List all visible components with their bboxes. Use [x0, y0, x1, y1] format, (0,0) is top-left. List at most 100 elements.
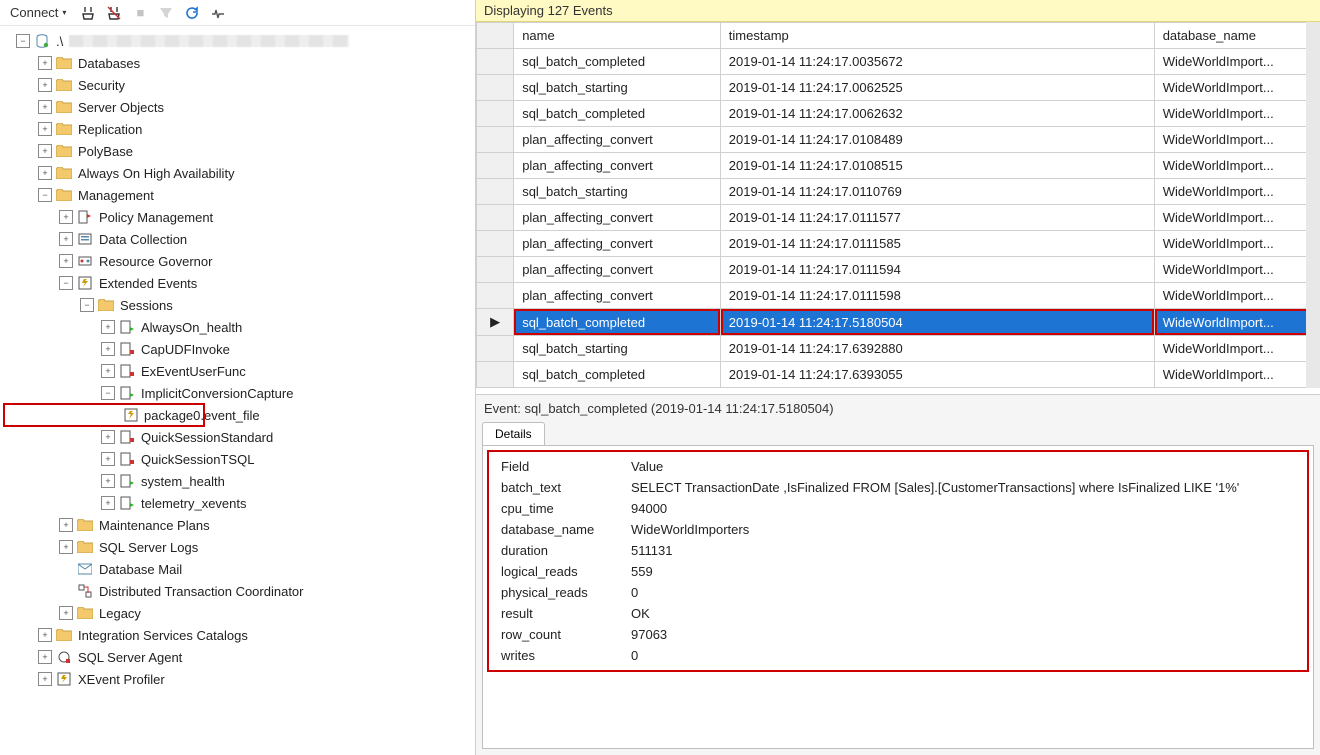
- expand-icon[interactable]: +: [59, 606, 73, 620]
- tree-node-implicitconversioncapture[interactable]: −ImplicitConversionCapture: [2, 382, 475, 404]
- expand-icon[interactable]: +: [101, 320, 115, 334]
- tab-details[interactable]: Details: [482, 422, 545, 445]
- column-header-name[interactable]: name: [514, 23, 721, 49]
- expand-icon[interactable]: +: [101, 430, 115, 444]
- table-row[interactable]: sql_batch_starting2019-01-14 11:24:17.01…: [477, 179, 1320, 205]
- details-row[interactable]: resultOK: [495, 603, 1301, 624]
- cell-name: sql_batch_completed: [514, 49, 721, 75]
- table-row[interactable]: sql_batch_completed2019-01-14 11:24:17.6…: [477, 362, 1320, 388]
- details-field-name: physical_reads: [495, 582, 625, 603]
- table-row[interactable]: plan_affecting_convert2019-01-14 11:24:1…: [477, 231, 1320, 257]
- tree-node-system-health[interactable]: +system_health: [2, 470, 475, 492]
- expand-icon[interactable]: +: [38, 144, 52, 158]
- expand-icon[interactable]: +: [38, 166, 52, 180]
- expand-icon[interactable]: +: [59, 518, 73, 532]
- collapse-icon[interactable]: −: [59, 276, 73, 290]
- tree-node-capudfinvoke[interactable]: +CapUDFInvoke: [2, 338, 475, 360]
- tree-node-quicksessionstandard[interactable]: +QuickSessionStandard: [2, 426, 475, 448]
- expand-icon[interactable]: +: [38, 78, 52, 92]
- table-row[interactable]: sql_batch_starting2019-01-14 11:24:17.63…: [477, 336, 1320, 362]
- tree-node-xevent-profiler[interactable]: +XEvent Profiler: [2, 668, 475, 690]
- tree-node-alwayson-health[interactable]: +AlwaysOn_health: [2, 316, 475, 338]
- expand-icon[interactable]: +: [101, 452, 115, 466]
- tree-node-sql-server-agent[interactable]: +SQL Server Agent: [2, 646, 475, 668]
- vertical-scrollbar[interactable]: [1306, 22, 1320, 388]
- details-table[interactable]: Field Value batch_textSELECT Transaction…: [495, 456, 1301, 666]
- tree-node-policy-management[interactable]: +Policy Management: [2, 206, 475, 228]
- tree-node-security[interactable]: +Security: [2, 74, 475, 96]
- cell-name: sql_batch_starting: [514, 336, 721, 362]
- expand-icon[interactable]: +: [38, 672, 52, 686]
- table-row[interactable]: sql_batch_starting2019-01-14 11:24:17.00…: [477, 75, 1320, 101]
- collapse-icon[interactable]: −: [80, 298, 94, 312]
- details-row[interactable]: cpu_time94000: [495, 498, 1301, 519]
- activity-icon[interactable]: [210, 5, 226, 21]
- details-row[interactable]: row_count97063: [495, 624, 1301, 645]
- expand-icon[interactable]: +: [38, 628, 52, 642]
- table-row[interactable]: sql_batch_completed2019-01-14 11:24:17.0…: [477, 49, 1320, 75]
- table-row[interactable]: sql_batch_completed2019-01-14 11:24:17.0…: [477, 101, 1320, 127]
- connect-icon[interactable]: [80, 5, 96, 21]
- tree-node-replication[interactable]: +Replication: [2, 118, 475, 140]
- tree-label: PolyBase: [78, 144, 133, 159]
- table-row[interactable]: plan_affecting_convert2019-01-14 11:24:1…: [477, 127, 1320, 153]
- expand-icon[interactable]: +: [38, 100, 52, 114]
- tree-node-extended-events[interactable]: −Extended Events: [2, 272, 475, 294]
- tree-node-polybase[interactable]: + PolyBase: [2, 140, 475, 162]
- tree-node-management[interactable]: −Management: [2, 184, 475, 206]
- expand-icon[interactable]: +: [101, 364, 115, 378]
- tree-node-exeventuserfunc[interactable]: +ExEventUserFunc: [2, 360, 475, 382]
- details-row[interactable]: writes0: [495, 645, 1301, 666]
- details-row[interactable]: logical_reads559: [495, 561, 1301, 582]
- column-header-timestamp[interactable]: timestamp: [720, 23, 1154, 49]
- refresh-icon[interactable]: [184, 5, 200, 21]
- expand-icon[interactable]: +: [38, 56, 52, 70]
- tree-node-legacy[interactable]: +Legacy: [2, 602, 475, 624]
- details-row[interactable]: batch_textSELECT TransactionDate ,IsFina…: [495, 477, 1301, 498]
- tree-node-quicksessiontsql[interactable]: +QuickSessionTSQL: [2, 448, 475, 470]
- tree-node-resource-governor[interactable]: +Resource Governor: [2, 250, 475, 272]
- tree-node-dtc[interactable]: Distributed Transaction Coordinator: [2, 580, 475, 602]
- tree-node-server-objects[interactable]: +Server Objects: [2, 96, 475, 118]
- table-row[interactable]: plan_affecting_convert2019-01-14 11:24:1…: [477, 205, 1320, 231]
- tree-node-telemetry-xevents[interactable]: +telemetry_xevents: [2, 492, 475, 514]
- tree-node-sql-server-logs[interactable]: +SQL Server Logs: [2, 536, 475, 558]
- expand-icon[interactable]: +: [59, 254, 73, 268]
- expand-icon[interactable]: +: [59, 232, 73, 246]
- tree-node-databases[interactable]: +Databases: [2, 52, 475, 74]
- expand-icon[interactable]: +: [101, 474, 115, 488]
- tree-node-sessions[interactable]: −Sessions: [2, 294, 475, 316]
- tree-node-package0-event-file[interactable]: package0.event_file: [4, 404, 204, 426]
- tree-node-database-mail[interactable]: Database Mail: [2, 558, 475, 580]
- collapse-icon[interactable]: −: [101, 386, 115, 400]
- expand-icon[interactable]: +: [101, 342, 115, 356]
- details-field-value: 559: [625, 561, 1301, 582]
- tree-node-data-collection[interactable]: +Data Collection: [2, 228, 475, 250]
- table-row[interactable]: plan_affecting_convert2019-01-14 11:24:1…: [477, 283, 1320, 309]
- details-row[interactable]: duration511131: [495, 540, 1301, 561]
- connect-button[interactable]: Connect ▾: [6, 3, 70, 22]
- object-explorer-tree[interactable]: − .\ +Databases +Security +Server Object…: [0, 26, 475, 755]
- expand-icon[interactable]: +: [38, 650, 52, 664]
- table-row[interactable]: plan_affecting_convert2019-01-14 11:24:1…: [477, 257, 1320, 283]
- details-row[interactable]: database_nameWideWorldImporters: [495, 519, 1301, 540]
- expand-icon[interactable]: +: [38, 122, 52, 136]
- expand-icon[interactable]: +: [101, 496, 115, 510]
- tree-node-always-on[interactable]: +Always On High Availability: [2, 162, 475, 184]
- tree-node-integration-services[interactable]: +Integration Services Catalogs: [2, 624, 475, 646]
- events-grid[interactable]: name timestamp database_name sql_batch_c…: [476, 22, 1320, 388]
- events-pane: Displaying 127 Events name timestamp dat…: [476, 0, 1320, 755]
- details-row[interactable]: physical_reads0: [495, 582, 1301, 603]
- collapse-icon[interactable]: −: [38, 188, 52, 202]
- table-row[interactable]: ▶sql_batch_completed2019-01-14 11:24:17.…: [477, 309, 1320, 336]
- disconnect-icon[interactable]: [106, 5, 122, 21]
- expand-icon[interactable]: +: [59, 210, 73, 224]
- details-field-value: 0: [625, 645, 1301, 666]
- row-pointer: [477, 336, 514, 362]
- column-header-database[interactable]: database_name: [1154, 23, 1319, 49]
- tree-node-maintenance-plans[interactable]: +Maintenance Plans: [2, 514, 475, 536]
- tree-node-server[interactable]: − .\: [2, 30, 475, 52]
- expand-icon[interactable]: +: [59, 540, 73, 554]
- table-row[interactable]: plan_affecting_convert2019-01-14 11:24:1…: [477, 153, 1320, 179]
- collapse-icon[interactable]: −: [16, 34, 30, 48]
